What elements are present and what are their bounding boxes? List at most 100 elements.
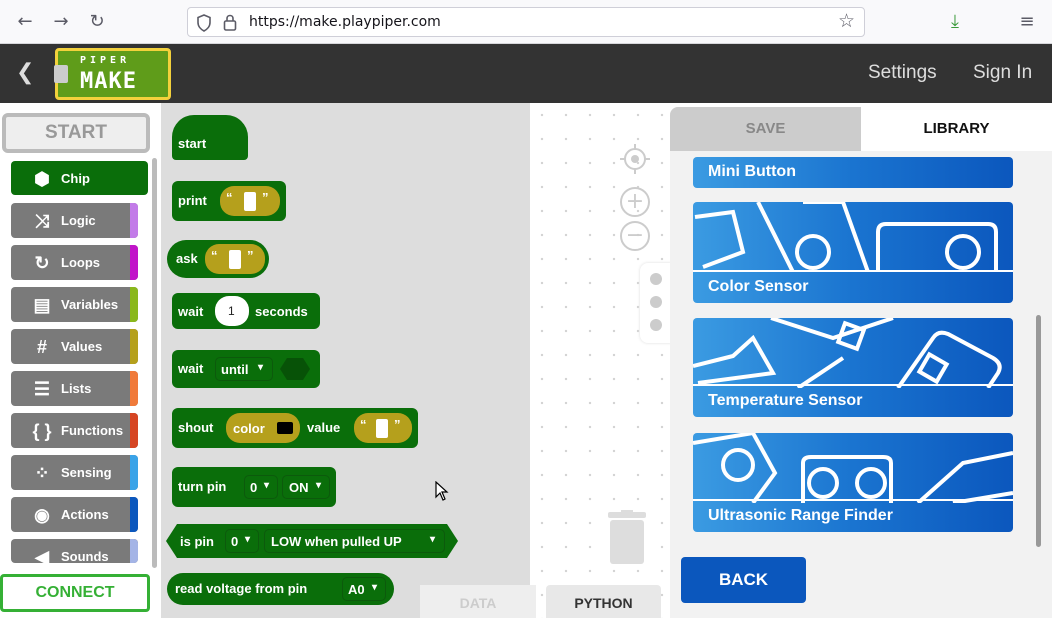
library-card-ultrasonic-range-finder[interactable]: Ultrasonic Range Finder [693,433,1013,532]
back-button[interactable]: BACK [681,557,806,603]
sensing-icon: ⁘ [34,463,50,483]
sidebar-item-logic[interactable]: ⤨ Logic [11,203,138,238]
sidebar-item-label: Sensing [61,465,112,480]
library-panel: SAVE LIBRARY Mini Button Color Sensor Te… [670,107,1052,618]
shuffle-icon: ⤨ [34,211,50,231]
dot [650,296,662,308]
sidebar-scrollbar[interactable] [152,158,157,568]
read-voltage-block[interactable]: read voltage from pin A0 ▾ [167,573,394,605]
tab-python[interactable]: PYTHON [546,585,661,618]
color-swatch[interactable] [277,422,293,434]
caret-down-icon: ▾ [245,534,251,545]
shout-value-slot[interactable]: “ ” [354,413,412,443]
piper-make-logo[interactable]: PIPER MAKE [54,48,171,100]
loop-icon: ↻ [34,253,50,273]
connect-button[interactable]: CONNECT [0,574,150,612]
back-arrow-icon[interactable]: ← [13,10,37,34]
sidebar-item-loops[interactable]: ↻ Loops [11,245,138,280]
until-dropdown[interactable]: until ▾ [215,357,273,381]
bookmark-star-icon[interactable]: ☆ [838,10,855,32]
shield-icon [197,14,211,32]
pull-mode-dropdown[interactable]: LOW when pulled UP ▾ [264,529,445,553]
library-scrollbar[interactable] [1036,315,1041,547]
sidebar-item-label: Functions [61,423,124,438]
sidebar-item-label: Logic [61,213,96,228]
card-label: Mini Button [708,163,796,180]
print-block[interactable]: print “ ” [172,181,286,221]
quote-open: “ [360,417,367,432]
wait-seconds-input[interactable]: 1 [215,296,249,326]
sidebar-item-label: Loops [61,255,100,270]
sidebar-item-actions[interactable]: ◉ Actions [11,497,138,532]
sidebar-item-label: Actions [61,507,109,522]
sidebar-item-values[interactable]: # Values [11,329,138,364]
wait-until-block[interactable]: wait until ▾ [172,350,320,388]
forward-arrow-icon[interactable]: → [49,10,73,34]
wait-seconds-block[interactable]: wait 1 seconds [172,293,320,329]
library-card-temperature-sensor[interactable]: Temperature Sensor [693,318,1013,417]
signin-link[interactable]: Sign In [973,62,1032,84]
zoom-in-icon[interactable]: + [620,187,650,217]
download-icon[interactable]: ⤓ [943,10,967,34]
header-back-icon[interactable]: ❮ [16,60,34,85]
text-field[interactable] [244,192,256,211]
pin-dropdown[interactable]: 0 ▾ [244,475,278,499]
panel-toggle-handle[interactable] [640,263,672,343]
analog-pin-dropdown[interactable]: A0 ▾ [342,577,386,601]
recenter-icon[interactable] [620,144,650,174]
sidebar-item-variables[interactable]: ▤ Variables [11,287,138,322]
sidebar-item-lists[interactable]: ☰ Lists [11,371,138,406]
braces-icon: { } [32,421,52,441]
sidebar-item-sounds[interactable]: ◀ Sounds [11,539,138,563]
sidebar-item-chip[interactable]: ⬢ Chip [11,161,148,195]
ask-text-slot[interactable]: “ ” [205,244,265,274]
color-label: color [233,421,265,436]
record-icon: ◉ [34,505,50,525]
is-pin-block[interactable]: is pin 0 ▾ LOW when pulled UP ▾ [177,524,447,558]
card-label: Ultrasonic Range Finder [708,507,893,524]
menu-icon[interactable]: ≡ [1015,10,1039,34]
trash-icon[interactable] [608,510,646,564]
analog-pin-value: A0 [348,582,365,597]
quote-close: ” [247,248,254,263]
url-bar[interactable]: https://make.playpiper.com ☆ [187,7,865,37]
start-block[interactable]: start [172,115,248,160]
lock-icon [223,14,237,31]
tab-data[interactable]: DATA [420,585,536,618]
shout-color-slot[interactable]: color [226,413,300,443]
settings-link[interactable]: Settings [868,62,937,84]
caret-down-icon: ▾ [258,362,264,373]
ask-block[interactable]: ask “ ” [167,240,269,278]
print-text-slot[interactable]: “ ” [220,186,280,216]
zoom-out-icon[interactable]: − [620,221,650,251]
category-color-strip [130,287,138,322]
on-off-dropdown[interactable]: ON ▾ [282,475,330,499]
text-field[interactable] [229,250,241,269]
is-pin-dropdown[interactable]: 0 ▾ [225,529,259,553]
library-card-mini-button[interactable]: Mini Button [693,157,1013,188]
sidebar-item-label: Chip [61,171,90,186]
library-card-color-sensor[interactable]: Color Sensor [693,202,1013,303]
caret-down-icon: ▾ [430,534,436,545]
start-button[interactable]: START [2,113,150,153]
dot [650,273,662,285]
color-sensor-illustration [694,202,998,272]
text-field[interactable] [376,419,388,438]
caret-down-icon: ▾ [316,480,322,491]
boolean-slot[interactable] [279,357,311,381]
tab-library[interactable]: LIBRARY [861,107,1052,151]
shout-label: shout [178,420,214,435]
seconds-label: seconds [255,304,308,319]
quote-open: “ [226,190,233,205]
shout-block[interactable]: shout color value “ ” [172,408,418,448]
sidebar-item-functions[interactable]: { } Functions [11,413,138,448]
sidebar-item-sensing[interactable]: ⁘ Sensing [11,455,138,490]
ultrasonic-illustration [693,433,1013,503]
on-off-value: ON [289,480,309,495]
reload-icon[interactable]: ↻ [85,10,109,34]
wait-seconds-value: 1 [228,304,235,318]
logo-chip-shape [54,65,68,83]
tab-save[interactable]: SAVE [670,107,861,151]
turn-pin-block[interactable]: turn pin 0 ▾ ON ▾ [172,467,336,507]
workspace-canvas[interactable] [530,103,670,618]
